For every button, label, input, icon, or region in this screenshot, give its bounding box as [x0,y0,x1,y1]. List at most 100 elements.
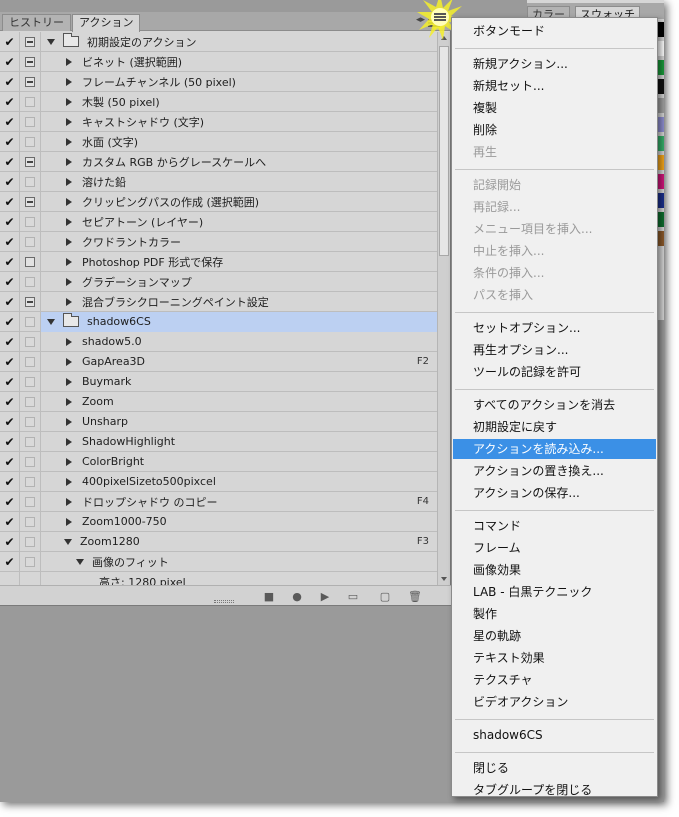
menu-item-4[interactable]: 複製 [453,98,656,118]
collapsed-triangle-icon[interactable] [66,217,72,226]
menu-item-27[interactable]: 画像効果 [453,560,656,580]
toggle-item-checkbox[interactable]: ✔ [0,531,20,552]
action-row[interactable]: ✔ グラデーションマップ [0,271,437,292]
action-set-row[interactable]: ✔ 初期設定のアクション [0,32,437,52]
action-row-content[interactable]: shadow5.0 [41,332,437,352]
action-row[interactable]: ✔ Zoom [0,391,437,412]
toggle-dialog-cell[interactable] [20,391,41,412]
toggle-dialog-cell[interactable] [20,471,41,492]
menu-item-0[interactable]: ボタンモード [453,21,656,41]
menu-item-17[interactable]: ツールの記録を許可 [453,362,656,382]
collapsed-triangle-icon[interactable] [66,277,72,286]
menu-item-26[interactable]: フレーム [453,538,656,558]
toggle-dialog-cell[interactable] [20,451,41,472]
collapsed-triangle-icon[interactable] [66,297,72,306]
action-row[interactable]: ✔ Zoom1280 F3 [0,531,437,552]
action-row-content[interactable]: 400pixelSizeto500pixcel [41,472,437,492]
menu-item-21[interactable]: アクションを読み込み... [453,439,656,459]
collapsed-triangle-icon[interactable] [66,257,72,266]
menu-item-22[interactable]: アクションの置き換え... [453,461,656,481]
color-swatch[interactable] [657,41,664,56]
toggle-dialog-cell[interactable] [20,91,41,112]
collapsed-triangle-icon[interactable] [66,377,72,386]
collapsed-triangle-icon[interactable] [66,197,72,206]
action-row-content[interactable]: ShadowHighlight [41,432,437,452]
collapsed-triangle-icon[interactable] [66,97,72,106]
action-row-content[interactable]: 高さ: 1280 pixel [41,572,437,586]
action-row-content[interactable]: 溶けた鉛 [41,172,437,192]
toggle-item-checkbox[interactable]: ✔ [0,231,20,252]
toggle-item-checkbox[interactable]: ✔ [0,431,20,452]
action-row-content[interactable]: ドロップシャドウ のコピー F4 [41,492,437,512]
action-row-content[interactable]: 画像のフィット [41,552,437,572]
tab-scroll-button[interactable]: ◂▸ [416,15,425,25]
action-step-row[interactable]: 高さ: 1280 pixel [0,571,437,586]
toggle-dialog-cell[interactable] [20,191,41,212]
toggle-item-checkbox[interactable]: ✔ [0,391,20,412]
action-row-content[interactable]: セピアトーン (レイヤー) [41,212,437,232]
action-step-row[interactable]: ✔ 画像のフィット [0,551,437,572]
toggle-dialog-cell[interactable] [20,291,41,312]
collapsed-triangle-icon[interactable] [66,137,72,146]
toggle-item-checkbox[interactable]: ✔ [0,471,20,492]
action-row-content[interactable]: ColorBright [41,452,437,472]
toggle-dialog-cell[interactable] [20,551,41,572]
color-swatch[interactable] [657,174,664,189]
action-row-content[interactable]: 木製 (50 pixel) [41,92,437,112]
action-row[interactable]: ✔ ShadowHighlight [0,431,437,452]
toggle-dialog-cell[interactable] [20,371,41,392]
color-swatch[interactable] [657,117,664,132]
toggle-item-checkbox[interactable]: ✔ [0,291,20,312]
menu-item-lab[interactable]: LAB - 白黒テクニック [453,582,656,602]
action-row-content[interactable]: Zoom [41,392,437,412]
actions-scrollbar[interactable] [437,32,450,585]
toggle-dialog-cell[interactable] [20,231,41,252]
action-row-content[interactable]: Buymark [41,372,437,392]
toggle-item-checkbox[interactable] [0,571,20,585]
menu-item-37[interactable]: 閉じる [453,758,656,778]
play-icon[interactable]: ▶ [318,589,332,603]
toggle-item-checkbox[interactable]: ✔ [0,371,20,392]
expanded-triangle-icon[interactable] [47,38,55,45]
action-row-content[interactable]: 水面 (文字) [41,132,437,152]
color-swatch[interactable] [657,22,664,37]
toggle-dialog-cell[interactable] [20,32,41,52]
menu-item-5[interactable]: 削除 [453,120,656,140]
action-row-content[interactable]: 初期設定のアクション [41,32,437,52]
toggle-dialog-cell[interactable] [20,151,41,172]
menu-item-3[interactable]: 新規セット... [453,76,656,96]
toggle-item-checkbox[interactable]: ✔ [0,311,20,332]
action-row-content[interactable]: Zoom1000-750 [41,512,437,532]
action-row-content[interactable]: クワドラントカラー [41,232,437,252]
expanded-triangle-icon[interactable] [76,558,84,565]
action-row-content[interactable]: キャストシャドウ (文字) [41,112,437,132]
toggle-item-checkbox[interactable]: ✔ [0,271,20,292]
action-row[interactable]: ✔ 木製 (50 pixel) [0,91,437,112]
menu-item-29[interactable]: 製作 [453,604,656,624]
color-swatch[interactable] [657,231,664,246]
action-row[interactable]: ✔ 溶けた鉛 [0,171,437,192]
tab-actions[interactable]: アクション [72,14,141,32]
action-row[interactable]: ✔ Zoom1000-750 [0,511,437,532]
collapsed-triangle-icon[interactable] [66,117,72,126]
action-row[interactable]: ✔ Buymark [0,371,437,392]
toggle-item-checkbox[interactable]: ✔ [0,151,20,172]
collapsed-triangle-icon[interactable] [66,177,72,186]
stop-icon[interactable]: ■ [262,589,276,603]
action-row[interactable]: ✔ 400pixelSizeto500pixcel [0,471,437,492]
toggle-item-checkbox[interactable]: ✔ [0,111,20,132]
action-row[interactable]: ✔ 混合ブラシクローニングペイント設定 [0,291,437,312]
toggle-dialog-cell[interactable] [20,171,41,192]
toggle-dialog-cell[interactable] [20,431,41,452]
action-row[interactable]: ✔ カスタム RGB からグレースケールへ [0,151,437,172]
toggle-dialog-cell[interactable] [20,311,41,332]
collapsed-triangle-icon[interactable] [66,437,72,446]
action-row[interactable]: ✔ キャストシャドウ (文字) [0,111,437,132]
action-row[interactable]: ✔ GapArea3D F2 [0,351,437,372]
action-row-content[interactable]: フレームチャンネル (50 pixel) [41,72,437,92]
action-row-content[interactable]: クリッピングパスの作成 (選択範囲) [41,192,437,212]
toggle-dialog-cell[interactable] [20,51,41,72]
menu-item-16[interactable]: 再生オプション... [453,340,656,360]
action-row-content[interactable]: グラデーションマップ [41,272,437,292]
action-row[interactable]: ✔ フレームチャンネル (50 pixel) [0,71,437,92]
